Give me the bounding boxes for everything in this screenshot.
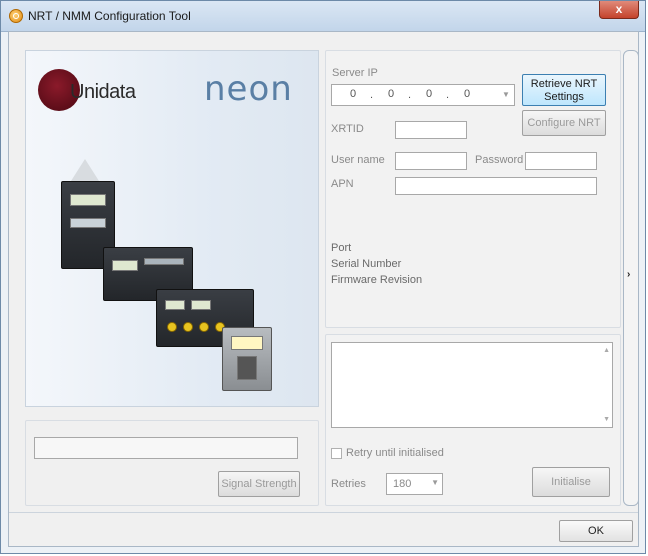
chevron-down-icon[interactable]: ▼ [499,86,513,104]
serial-number-label: Serial Number [331,258,402,270]
app-icon [9,9,23,23]
client-area: Unidata neon Signal Strength Server IP 0… [8,31,639,547]
title-bar: NRT / NMM Configuration Tool x [1,1,645,32]
firmware-revision-label: Firmware Revision [331,274,423,286]
retries-select[interactable]: 180 ▼ [386,473,443,495]
signal-panel: Signal Strength [25,420,319,506]
server-ip-label: Server IP [332,67,378,79]
expand-panel-button[interactable]: › [623,50,639,506]
window-title: NRT / NMM Configuration Tool [28,9,191,23]
port-label: Port [331,242,352,254]
chevron-right-icon: › [627,269,631,280]
scroll-down-icon[interactable]: ▼ [603,416,610,423]
output-textarea[interactable]: ▲ ▼ [331,342,613,428]
ok-button[interactable]: OK [559,520,633,542]
xrtid-field[interactable] [395,121,467,139]
server-ip-input[interactable]: 0 . 0 . 0 . 0 ▼ [331,84,515,106]
scroll-up-icon[interactable]: ▲ [603,347,610,354]
retrieve-nrt-settings-button[interactable]: Retrieve NRT Settings [522,74,606,106]
username-field[interactable] [395,152,467,170]
neon-logo-text: neon [204,69,293,109]
device-small [222,327,272,391]
antenna-icon [71,159,99,181]
signal-progress-bar [34,437,298,459]
apn-field[interactable] [395,177,597,195]
password-label: Password [475,154,524,166]
username-label: User name [331,154,385,166]
close-button[interactable]: x [599,1,639,19]
main-window: NRT / NMM Configuration Tool x Unidata n… [0,0,646,554]
signal-strength-button[interactable]: Signal Strength [218,471,300,497]
chevron-down-icon: ▼ [431,478,439,487]
retries-label: Retries [331,478,366,490]
footer-bar: OK [9,512,638,546]
password-field[interactable] [525,152,597,170]
product-image-panel: Unidata neon [25,50,319,407]
retry-checkbox[interactable] [331,448,342,459]
unidata-logo-text: Unidata [70,81,136,103]
initialise-button[interactable]: Initialise [532,467,610,497]
configure-nrt-button[interactable]: Configure NRT [522,110,606,136]
retry-until-initialised-label: Retry until initialised [346,447,444,459]
xrtid-label: XRTID [331,123,364,135]
apn-label: APN [331,178,354,190]
